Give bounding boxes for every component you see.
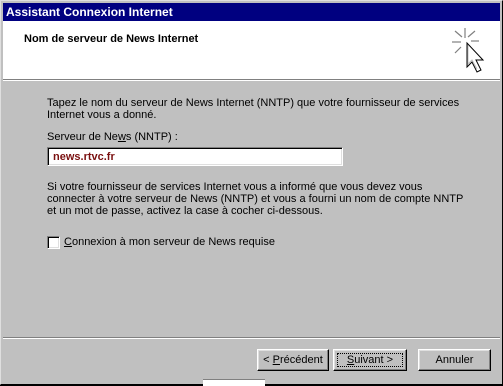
previous-button-label: récédent bbox=[280, 354, 323, 366]
login-required-label[interactable]: Connexion à mon serveur de News requise bbox=[64, 236, 275, 249]
server-label-part: Serveur de Ne bbox=[47, 131, 118, 143]
footer-divider bbox=[3, 337, 500, 339]
next-button[interactable]: Suivant > bbox=[333, 349, 407, 371]
login-required-checkbox[interactable] bbox=[47, 236, 60, 249]
intro-text: Tapez le nom du serveur de News Internet… bbox=[47, 97, 460, 121]
header-divider bbox=[3, 79, 500, 81]
checkbox-label-accelerator: C bbox=[64, 236, 72, 248]
window-title: Assistant Connexion Internet bbox=[6, 5, 173, 19]
server-label-part: s (NNTP) : bbox=[125, 131, 178, 143]
previous-button-accelerator: P bbox=[272, 354, 280, 366]
previous-button-prefix: < bbox=[263, 354, 273, 366]
wizard-sparkle-cursor-icon bbox=[452, 28, 485, 73]
info-text: Si votre fournisseur de services Interne… bbox=[47, 181, 464, 217]
server-label-accelerator: w bbox=[117, 131, 126, 143]
wizard-header: Nom de serveur de News Internet bbox=[3, 21, 500, 79]
previous-button[interactable]: < Précédent bbox=[257, 349, 329, 371]
title-bar[interactable]: Assistant Connexion Internet bbox=[3, 3, 500, 21]
checkbox-label-part: onnexion à mon serveur de News requise bbox=[71, 236, 275, 248]
focus-rect bbox=[337, 353, 403, 367]
cancel-button[interactable]: Annuler bbox=[418, 349, 491, 371]
server-field-label: Serveur de News (NNTP) : bbox=[47, 131, 178, 143]
page-title: Nom de serveur de News Internet bbox=[24, 33, 199, 45]
news-server-input[interactable] bbox=[47, 147, 343, 166]
wizard-window: Assistant Connexion Internet Nom de serv… bbox=[0, 0, 503, 385]
